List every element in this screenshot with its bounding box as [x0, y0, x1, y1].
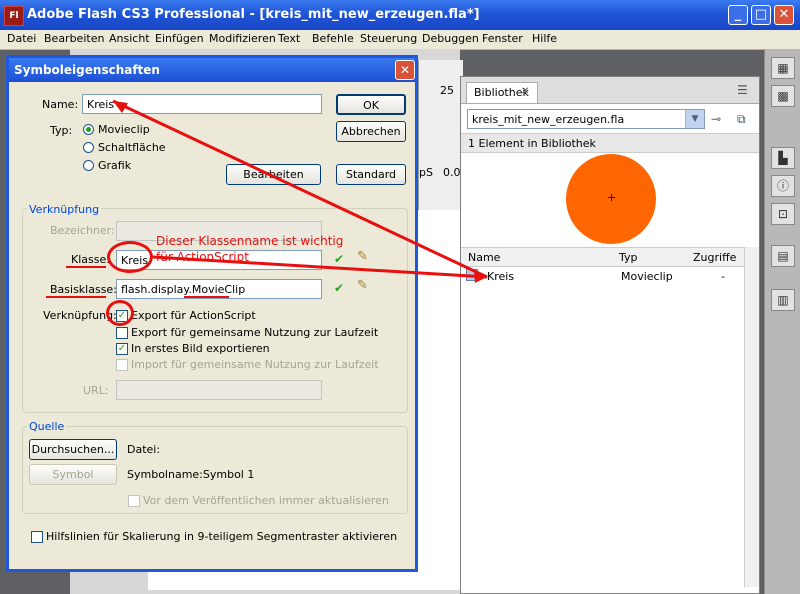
annotation-arrows — [112, 99, 488, 283]
